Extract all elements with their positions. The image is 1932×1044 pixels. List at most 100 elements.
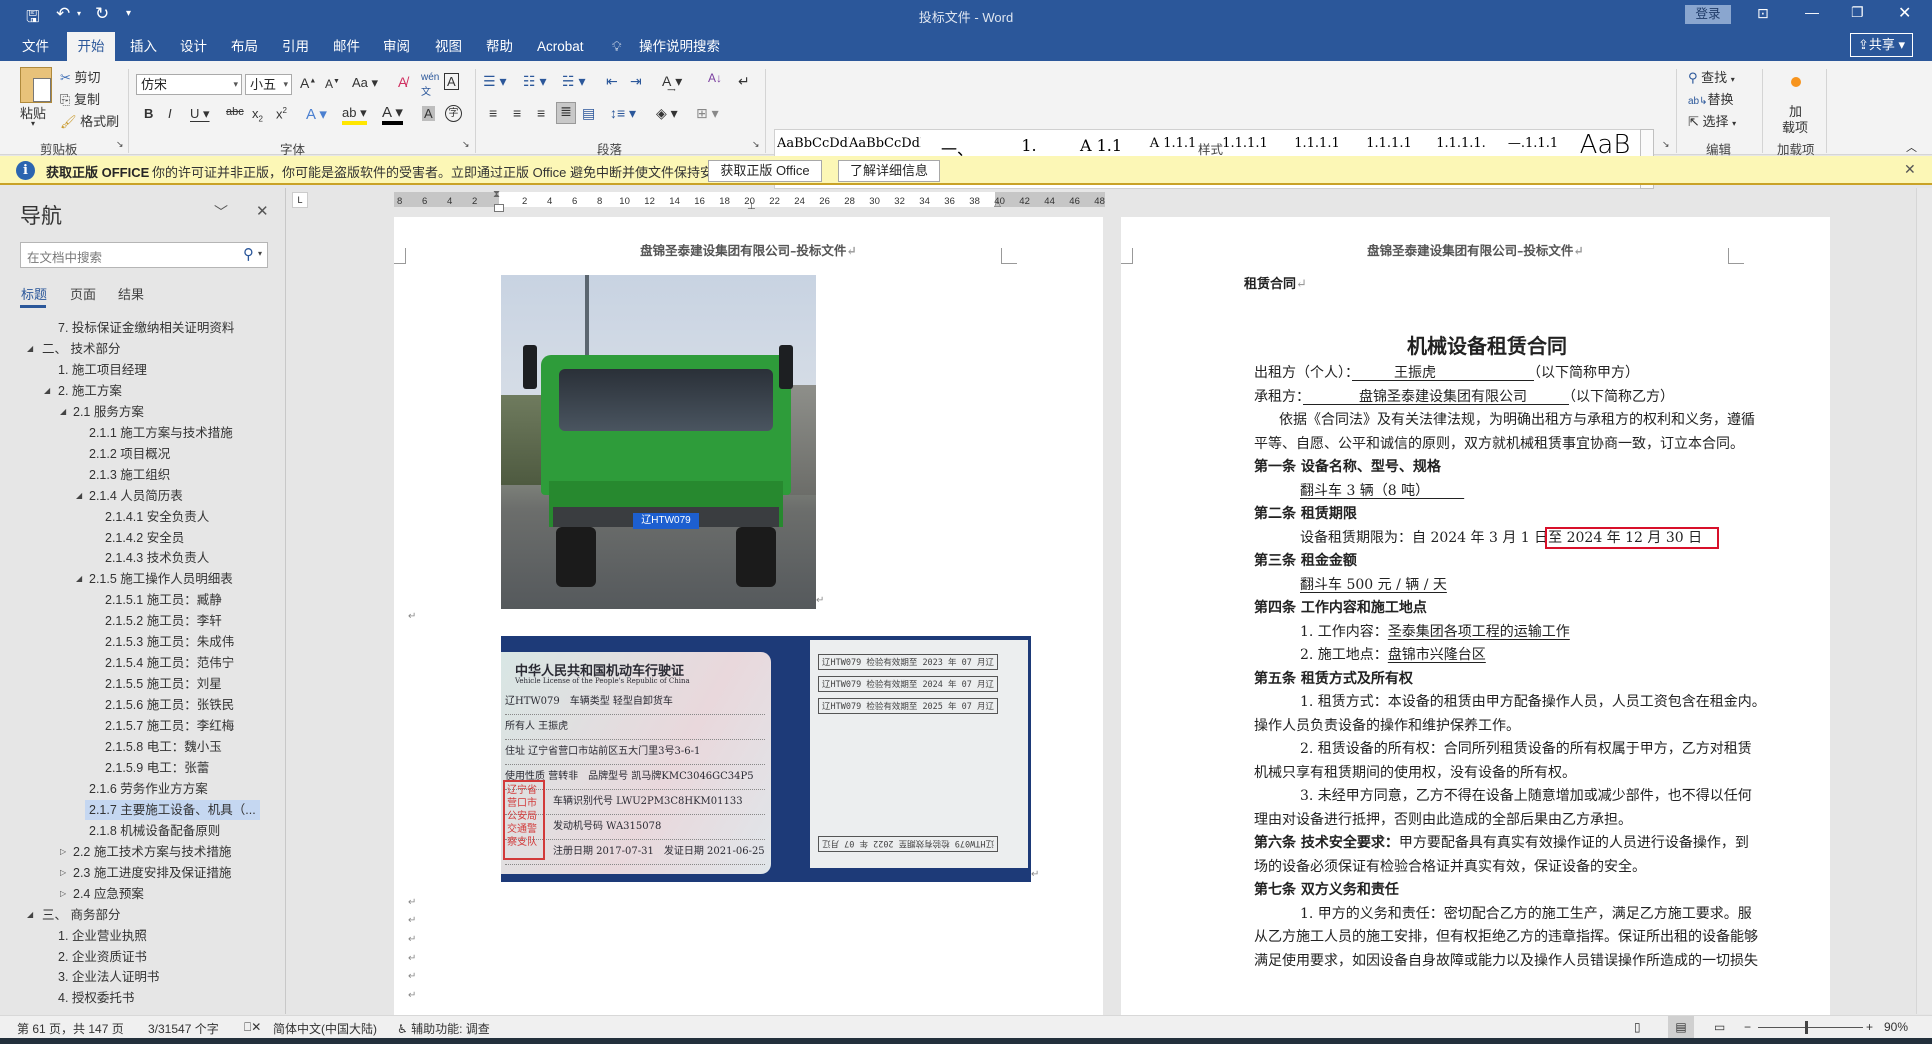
subscript-button[interactable]: x2 <box>252 106 263 124</box>
tab-file[interactable]: 文件 <box>22 37 49 57</box>
grow-font-icon[interactable]: A▲ <box>300 75 316 91</box>
minimize-icon[interactable]: — <box>1805 4 1819 20</box>
close-icon[interactable]: ✕ <box>1898 3 1911 23</box>
paragraph-launcher-icon[interactable]: ↘ <box>752 139 760 150</box>
align-left-icon[interactable]: ≡ <box>489 105 497 121</box>
nav-heading-item[interactable]: 2.1.5.3 施工员：朱成伟 <box>105 632 234 652</box>
search-icon[interactable]: ⚲ <box>243 245 254 263</box>
format-painter-button[interactable]: 🖌︎ 格式刷 <box>60 111 119 130</box>
search-dropdown-icon[interactable]: ▾ <box>258 249 262 258</box>
nav-heading-item[interactable]: 2.1.5.2 施工员：李轩 <box>105 611 222 631</box>
print-layout-icon[interactable]: ▤ <box>1668 1016 1694 1038</box>
find-button[interactable]: ⚲ 查找 ▾ <box>1688 67 1735 86</box>
nav-heading-item[interactable]: 2.1.5.6 施工员：张铁民 <box>105 695 234 715</box>
expand-toggle-icon[interactable]: ▷ <box>60 863 66 883</box>
proofing-icon[interactable]: ⎕✕ <box>244 1020 261 1035</box>
bold-button[interactable]: B <box>144 106 153 121</box>
ribbon-display-options-icon[interactable]: ⊡ <box>1757 5 1769 22</box>
tab-home[interactable]: 开始 <box>67 32 115 61</box>
nav-heading-item[interactable]: 2.1.5.9 电工：张蕾 <box>105 758 209 778</box>
font-color-icon[interactable]: A ▾ <box>382 105 403 125</box>
first-line-indent-marker[interactable]: ⧗ <box>493 189 500 200</box>
web-layout-icon[interactable]: ▭ <box>1714 1020 1725 1034</box>
expand-toggle-icon[interactable]: ◢ <box>27 339 33 359</box>
font-size-combo[interactable]: 小五 ▾ <box>245 74 292 95</box>
learn-more-button[interactable]: 了解详细信息 <box>838 160 940 182</box>
nav-heading-item[interactable]: 2.1.4.3 技术负责人 <box>105 548 209 568</box>
nav-heading-item[interactable]: 2.1.3 施工组织 <box>89 465 170 485</box>
nav-options-chevron-icon[interactable]: ﹀ <box>214 202 228 222</box>
nav-heading-item[interactable]: 2.3 施工进度安排及保证措施 <box>73 863 231 883</box>
justify-icon[interactable]: ≣ <box>556 102 576 124</box>
superscript-button[interactable]: x2 <box>276 106 287 121</box>
enclose-characters-icon[interactable]: 字 <box>445 105 462 122</box>
left-indent-marker[interactable] <box>494 204 504 212</box>
numbering-icon[interactable]: ☷ ▾ <box>523 73 546 90</box>
nav-heading-item[interactable]: 2.1.5 施工操作人员明细表 <box>89 569 233 589</box>
document-page-left[interactable]: 盘锦圣泰建设集团有限公司–投标文件↵ 辽HTW079 ↵ ↵ 中华人民共和国机动… <box>394 217 1103 1017</box>
align-center-icon[interactable]: ≡ <box>513 105 521 121</box>
nav-heading-item[interactable]: 2.1.5.5 施工员：刘星 <box>105 674 222 694</box>
tab-references[interactable]: 引用 <box>282 37 309 57</box>
read-mode-icon[interactable]: ▯ <box>1634 1020 1641 1034</box>
accessibility-checker[interactable]: ♿︎ 辅助功能: 调查 <box>397 1020 490 1037</box>
expand-toggle-icon[interactable]: ▷ <box>60 842 66 862</box>
sort-icon[interactable]: A↓ <box>708 71 722 85</box>
tab-review[interactable]: 审阅 <box>383 37 410 57</box>
collapse-ribbon-icon[interactable]: ︿ <box>1906 139 1917 155</box>
paste-icon[interactable] <box>20 67 52 103</box>
character-shading-icon[interactable]: A <box>422 106 435 121</box>
italic-button[interactable]: I <box>168 106 172 121</box>
nav-heading-item[interactable]: 2.1.4.2 安全员 <box>105 528 184 548</box>
replace-button[interactable]: ab↳替换 <box>1688 89 1734 108</box>
page-count[interactable]: 第 61 页，共 147 页 <box>17 1020 124 1037</box>
nav-heading-item[interactable]: 7. 投标保证金缴纳相关证明资料 <box>58 318 234 338</box>
decrease-indent-icon[interactable]: ⇤ <box>606 73 618 90</box>
document-page-right[interactable]: 盘锦圣泰建设集团有限公司–投标文件↵ 租赁合同↵ 机械设备租赁合同 出租方（个人… <box>1121 217 1830 1017</box>
shading-icon[interactable]: ◈ ▾ <box>656 105 678 122</box>
underline-button[interactable]: U ▾ <box>190 106 210 122</box>
text-direction-icon[interactable]: A͢ ▾ <box>662 73 682 90</box>
zoom-out-button[interactable]: − <box>1744 1020 1751 1034</box>
borders-icon[interactable]: ⊞ ▾ <box>696 105 719 122</box>
nav-heading-item[interactable]: 2.4 应急预案 <box>73 884 144 904</box>
increase-indent-icon[interactable]: ⇥ <box>630 73 642 90</box>
nav-heading-item[interactable]: 2.1.2 项目概况 <box>89 444 170 464</box>
nav-heading-item[interactable]: 二、 技术部分 <box>42 339 120 359</box>
get-genuine-office-button[interactable]: 获取正版 Office <box>708 160 822 182</box>
nav-heading-item[interactable]: 1. 企业营业执照 <box>58 926 147 946</box>
nav-heading-item[interactable]: 2.1.5.1 施工员：臧静 <box>105 590 222 610</box>
styles-launcher-icon[interactable]: ↘ <box>1662 139 1670 150</box>
line-spacing-icon[interactable]: ↕≡ ▾ <box>610 105 636 122</box>
highlight-icon[interactable]: ab ▾ <box>342 105 367 125</box>
nav-heading-item[interactable]: 2.1.4 人员简历表 <box>89 486 183 506</box>
nav-tab-headings[interactable]: 标题 <box>21 284 47 303</box>
text-effects-icon[interactable]: A ▾ <box>306 105 327 123</box>
expand-toggle-icon[interactable]: ▷ <box>60 884 66 904</box>
share-button[interactable]: ⇪共享 ▾ <box>1850 33 1913 57</box>
nav-heading-item[interactable]: 2.1.5.7 施工员：李红梅 <box>105 716 234 736</box>
shrink-font-icon[interactable]: A▼ <box>325 77 340 91</box>
nav-heading-item[interactable]: 2.2 施工技术方案与技术措施 <box>73 842 231 862</box>
tab-insert[interactable]: 插入 <box>130 37 157 57</box>
vertical-scrollbar[interactable] <box>1916 188 1932 1014</box>
tab-view[interactable]: 视图 <box>435 37 462 57</box>
expand-toggle-icon[interactable]: ◢ <box>60 402 66 422</box>
change-case-icon[interactable]: Aa ▾ <box>352 75 378 91</box>
nav-heading-item[interactable]: 2. 施工方案 <box>58 381 122 401</box>
nav-tab-pages[interactable]: 页面 <box>70 284 96 303</box>
distributed-icon[interactable]: ▤ <box>582 105 595 122</box>
nav-heading-item[interactable]: 4. 授权委托书 <box>58 988 134 1008</box>
expand-toggle-icon[interactable]: ◢ <box>76 569 82 589</box>
horizontal-ruler[interactable]: ⧗ △ ⊥ 8 6 4 2 2 4 6 8 10 12 14 16 18 20 22 24 26 28 30 32 34… <box>394 189 1105 212</box>
nav-heading-item[interactable]: 2.1.5.4 施工员：范伟宁 <box>105 653 234 673</box>
nav-heading-item[interactable]: 三、 商务部分 <box>42 905 120 925</box>
tab-design[interactable]: 设计 <box>180 37 207 57</box>
character-border-icon[interactable]: A <box>444 73 459 90</box>
language-indicator[interactable]: 简体中文(中国大陆) <box>273 1020 377 1037</box>
zoom-in-button[interactable]: + <box>1866 1020 1873 1034</box>
strikethrough-button[interactable]: abc <box>226 106 244 118</box>
tab-layout[interactable]: 布局 <box>231 37 258 57</box>
close-notice-icon[interactable]: ✕ <box>1904 161 1916 178</box>
nav-heading-item[interactable]: 2.1.1 施工方案与技术措施 <box>89 423 233 443</box>
